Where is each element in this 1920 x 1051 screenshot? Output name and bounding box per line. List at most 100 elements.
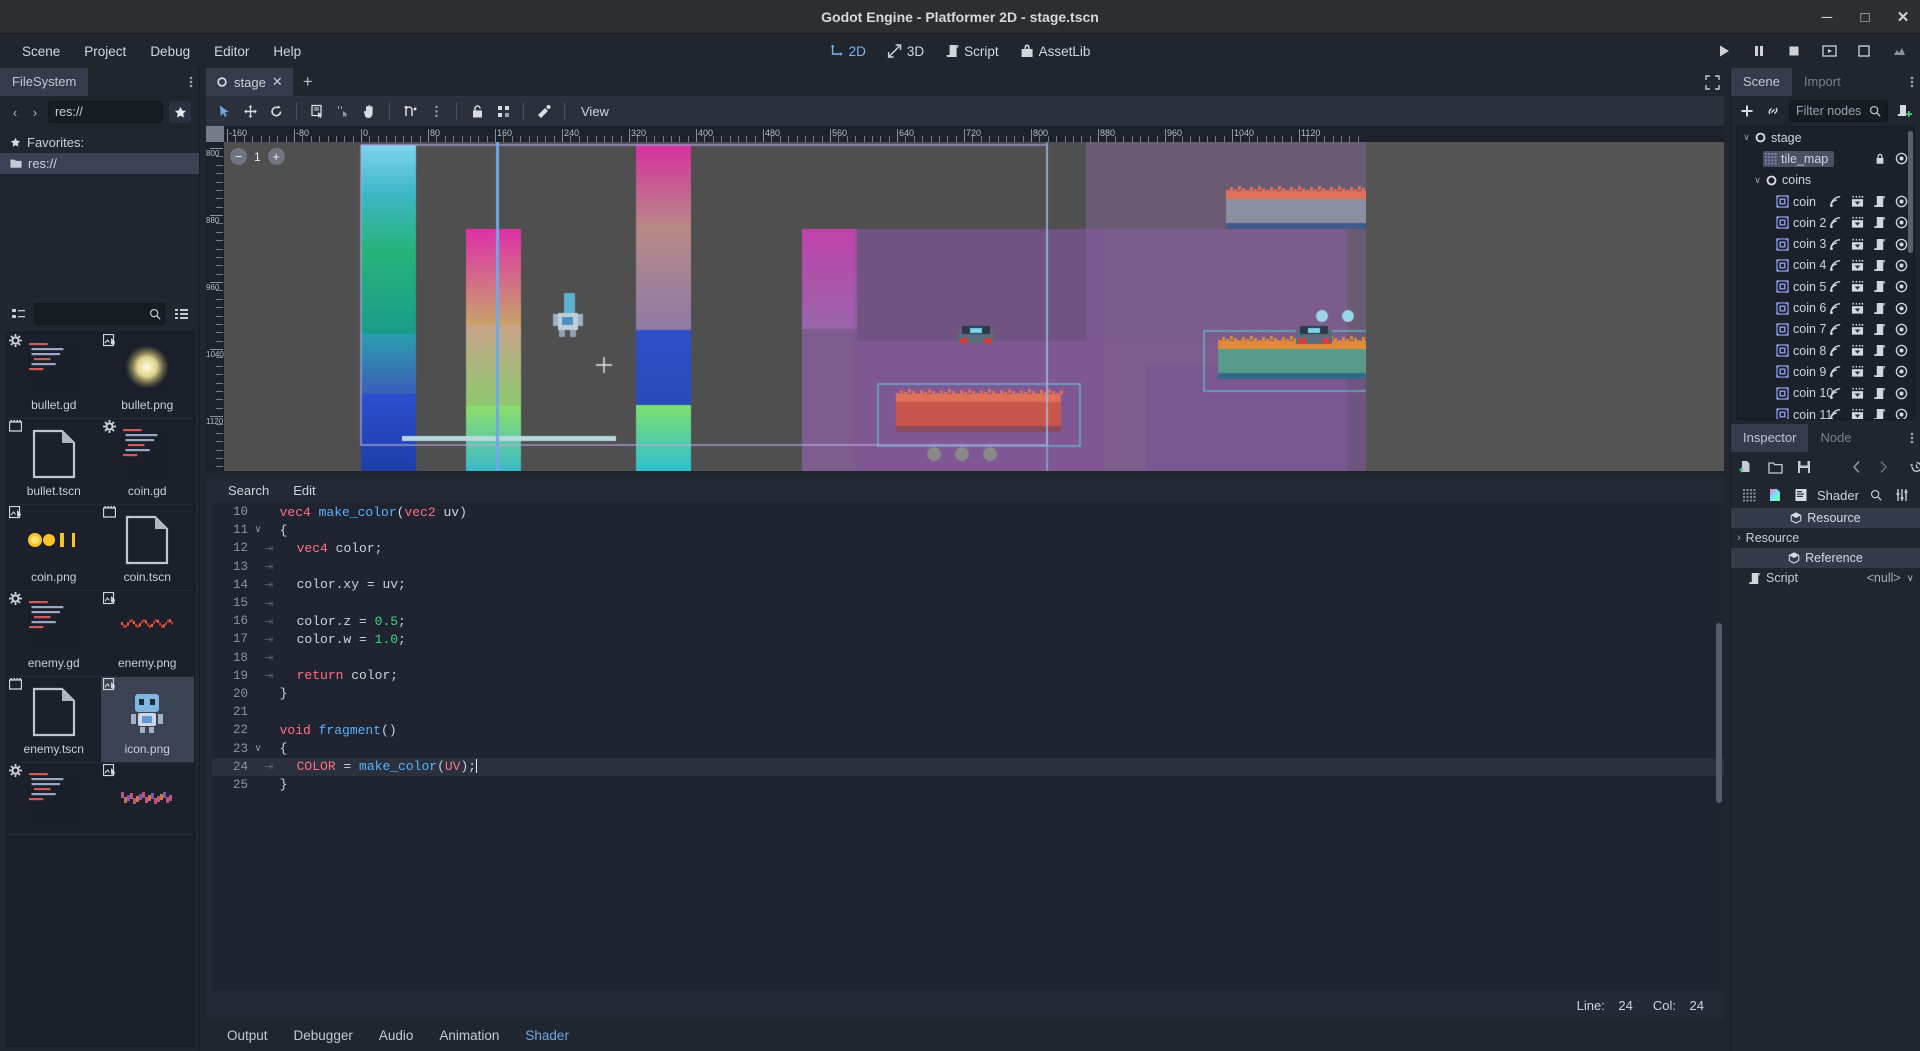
list-select-icon[interactable] bbox=[305, 99, 329, 123]
signal-icon[interactable] bbox=[1829, 387, 1842, 400]
code-line-10[interactable]: 10 vec4 make_color(vec2 uv) bbox=[212, 503, 1724, 521]
animation-icon[interactable] bbox=[1851, 323, 1864, 336]
scene-tree-item-coin-9[interactable]: coin 9 bbox=[1737, 361, 1914, 382]
scene-tree-item-coin-7[interactable]: coin 7 bbox=[1737, 319, 1914, 340]
lock-icon[interactable] bbox=[465, 99, 489, 123]
file-item-bullet-png[interactable]: bullet.png bbox=[100, 333, 194, 419]
visible-icon[interactable] bbox=[1895, 408, 1908, 419]
animation-icon[interactable] bbox=[1851, 259, 1864, 272]
scene-tree-item-coin-3[interactable]: coin 3 bbox=[1737, 233, 1914, 254]
animation-icon[interactable] bbox=[1851, 216, 1864, 229]
save-icon[interactable] bbox=[1797, 457, 1811, 477]
chevron-down-icon[interactable]: ∨ bbox=[1907, 573, 1914, 584]
forward-button[interactable]: › bbox=[28, 105, 42, 120]
move-icon[interactable] bbox=[238, 99, 262, 123]
pan-icon[interactable] bbox=[357, 99, 381, 123]
scene-tree-item-coin-5[interactable]: coin 5 bbox=[1737, 276, 1914, 297]
new-resource-icon[interactable] bbox=[1739, 457, 1754, 477]
add-node-button[interactable] bbox=[1737, 101, 1757, 121]
inspector-category-resource[interactable]: › Resource bbox=[1731, 528, 1920, 548]
bottom-tab-animation[interactable]: Animation bbox=[428, 1024, 510, 1047]
minimize-button[interactable]: ─ bbox=[1818, 10, 1836, 25]
file-item-bullet-gd[interactable]: bullet.gd bbox=[7, 333, 101, 419]
code-line-16[interactable]: 16 ⇥ color.z = 0.5; bbox=[212, 612, 1724, 630]
code-line-23[interactable]: 23 ∨ { bbox=[212, 739, 1724, 757]
code-line-15[interactable]: 15 ⇥ bbox=[212, 594, 1724, 612]
sort-icon[interactable] bbox=[8, 304, 28, 324]
visible-icon[interactable] bbox=[1895, 302, 1908, 315]
file-item-coin-tscn[interactable]: coin.tscn bbox=[100, 505, 194, 591]
code-vertical-scrollbar[interactable] bbox=[1716, 623, 1722, 803]
animation-icon[interactable] bbox=[1851, 238, 1864, 251]
animation-icon[interactable] bbox=[1851, 365, 1864, 378]
code-line-14[interactable]: 14 ⇥ color.xy = uv; bbox=[212, 576, 1724, 594]
script-icon[interactable] bbox=[1873, 408, 1886, 419]
signal-icon[interactable] bbox=[1829, 408, 1842, 419]
add-scene-button[interactable]: + bbox=[293, 72, 323, 92]
maximize-button[interactable]: □ bbox=[1856, 10, 1874, 25]
code-line-17[interactable]: 17 ⇥ color.w = 1.0; bbox=[212, 630, 1724, 648]
menu-project[interactable]: Project bbox=[72, 40, 138, 63]
scene-tree-item-coin-10[interactable]: coin 10 bbox=[1737, 383, 1914, 404]
menu-editor[interactable]: Editor bbox=[202, 40, 261, 63]
script-icon[interactable] bbox=[1873, 280, 1886, 293]
file-item-enemy-png[interactable]: enemy.png bbox=[100, 591, 194, 677]
scene-tree-item-coin-8[interactable]: coin 8 bbox=[1737, 340, 1914, 361]
menu-scene[interactable]: Scene bbox=[10, 40, 72, 63]
code-lines[interactable]: 10 vec4 make_color(vec2 uv) 11 ∨ {12 ⇥ vec4… bbox=[212, 503, 1724, 794]
tab-inspector[interactable]: Inspector bbox=[1731, 424, 1809, 452]
animation-icon[interactable] bbox=[1851, 387, 1864, 400]
visible-icon[interactable] bbox=[1895, 387, 1908, 400]
scene-tree-item-coin[interactable]: coin bbox=[1737, 191, 1914, 212]
fs-tree-favorites[interactable]: Favorites: bbox=[0, 132, 199, 153]
script-icon[interactable] bbox=[1873, 323, 1886, 336]
file-item-coin-gd[interactable]: coin.gd bbox=[100, 419, 194, 505]
tab-filesystem[interactable]: FileSystem bbox=[0, 68, 89, 96]
file-item-icon-png[interactable]: icon.png bbox=[100, 677, 194, 763]
load-icon[interactable] bbox=[1768, 457, 1783, 477]
bottom-tab-output[interactable]: Output bbox=[216, 1024, 279, 1047]
search-icon[interactable] bbox=[1869, 105, 1881, 117]
scene-tree-item-coins[interactable]: ∨ coins bbox=[1737, 170, 1914, 191]
play-custom-icon[interactable] bbox=[1855, 42, 1873, 60]
bottom-tab-debugger[interactable]: Debugger bbox=[283, 1024, 364, 1047]
visible-icon[interactable] bbox=[1895, 323, 1908, 336]
fold-toggle-icon[interactable]: ∨ bbox=[252, 524, 264, 536]
search-icon[interactable] bbox=[1866, 485, 1886, 505]
close-button[interactable]: ✕ bbox=[1894, 10, 1912, 25]
signal-icon[interactable] bbox=[1829, 195, 1842, 208]
code-line-19[interactable]: 19 ⇥ return color; bbox=[212, 667, 1724, 685]
script-icon[interactable] bbox=[1873, 365, 1886, 378]
visible-icon[interactable] bbox=[1895, 259, 1908, 272]
tab-node[interactable]: Node bbox=[1808, 424, 1863, 452]
animation-icon[interactable] bbox=[1851, 302, 1864, 315]
scene-dock-menu-icon[interactable] bbox=[1910, 75, 1914, 89]
history-icon[interactable] bbox=[1909, 457, 1920, 477]
visible-icon[interactable] bbox=[1895, 216, 1908, 229]
close-icon[interactable]: ✕ bbox=[272, 74, 283, 90]
code-line-25[interactable]: 25 } bbox=[212, 776, 1724, 794]
play-scene-icon[interactable] bbox=[1820, 42, 1838, 60]
movie-icon[interactable] bbox=[1890, 42, 1908, 60]
zoom-in-button[interactable]: + bbox=[267, 148, 285, 165]
code-menu-edit[interactable]: Edit bbox=[283, 480, 325, 501]
animation-icon[interactable] bbox=[1851, 344, 1864, 357]
menu-debug[interactable]: Debug bbox=[138, 40, 202, 63]
inspector-property-script[interactable]: Script <null> ∨ bbox=[1731, 568, 1920, 588]
signal-icon[interactable] bbox=[1829, 365, 1842, 378]
file-item[interactable] bbox=[7, 763, 101, 835]
fold-toggle-icon[interactable]: ∨ bbox=[252, 743, 264, 755]
tab-import[interactable]: Import bbox=[1792, 68, 1853, 96]
code-line-18[interactable]: 18 ⇥ bbox=[212, 649, 1724, 667]
code-line-24[interactable]: 24 ⇥ COLOR = make_color(UV); bbox=[212, 757, 1724, 776]
zoom-value[interactable]: 1 bbox=[254, 150, 261, 164]
script-icon[interactable] bbox=[1873, 216, 1886, 229]
object-tools-icon[interactable] bbox=[1892, 485, 1912, 505]
path-input[interactable]: res:// bbox=[48, 101, 163, 123]
chevron-right-icon[interactable]: › bbox=[1737, 532, 1741, 544]
code-text-area[interactable]: 10 vec4 make_color(vec2 uv) 11 ∨ {12 ⇥ vec4… bbox=[212, 503, 1724, 991]
code-line-22[interactable]: 22 void fragment() bbox=[212, 721, 1724, 739]
code-menu-search[interactable]: Search bbox=[218, 480, 279, 501]
bottom-tab-audio[interactable]: Audio bbox=[368, 1024, 425, 1047]
script-icon[interactable] bbox=[1873, 387, 1886, 400]
